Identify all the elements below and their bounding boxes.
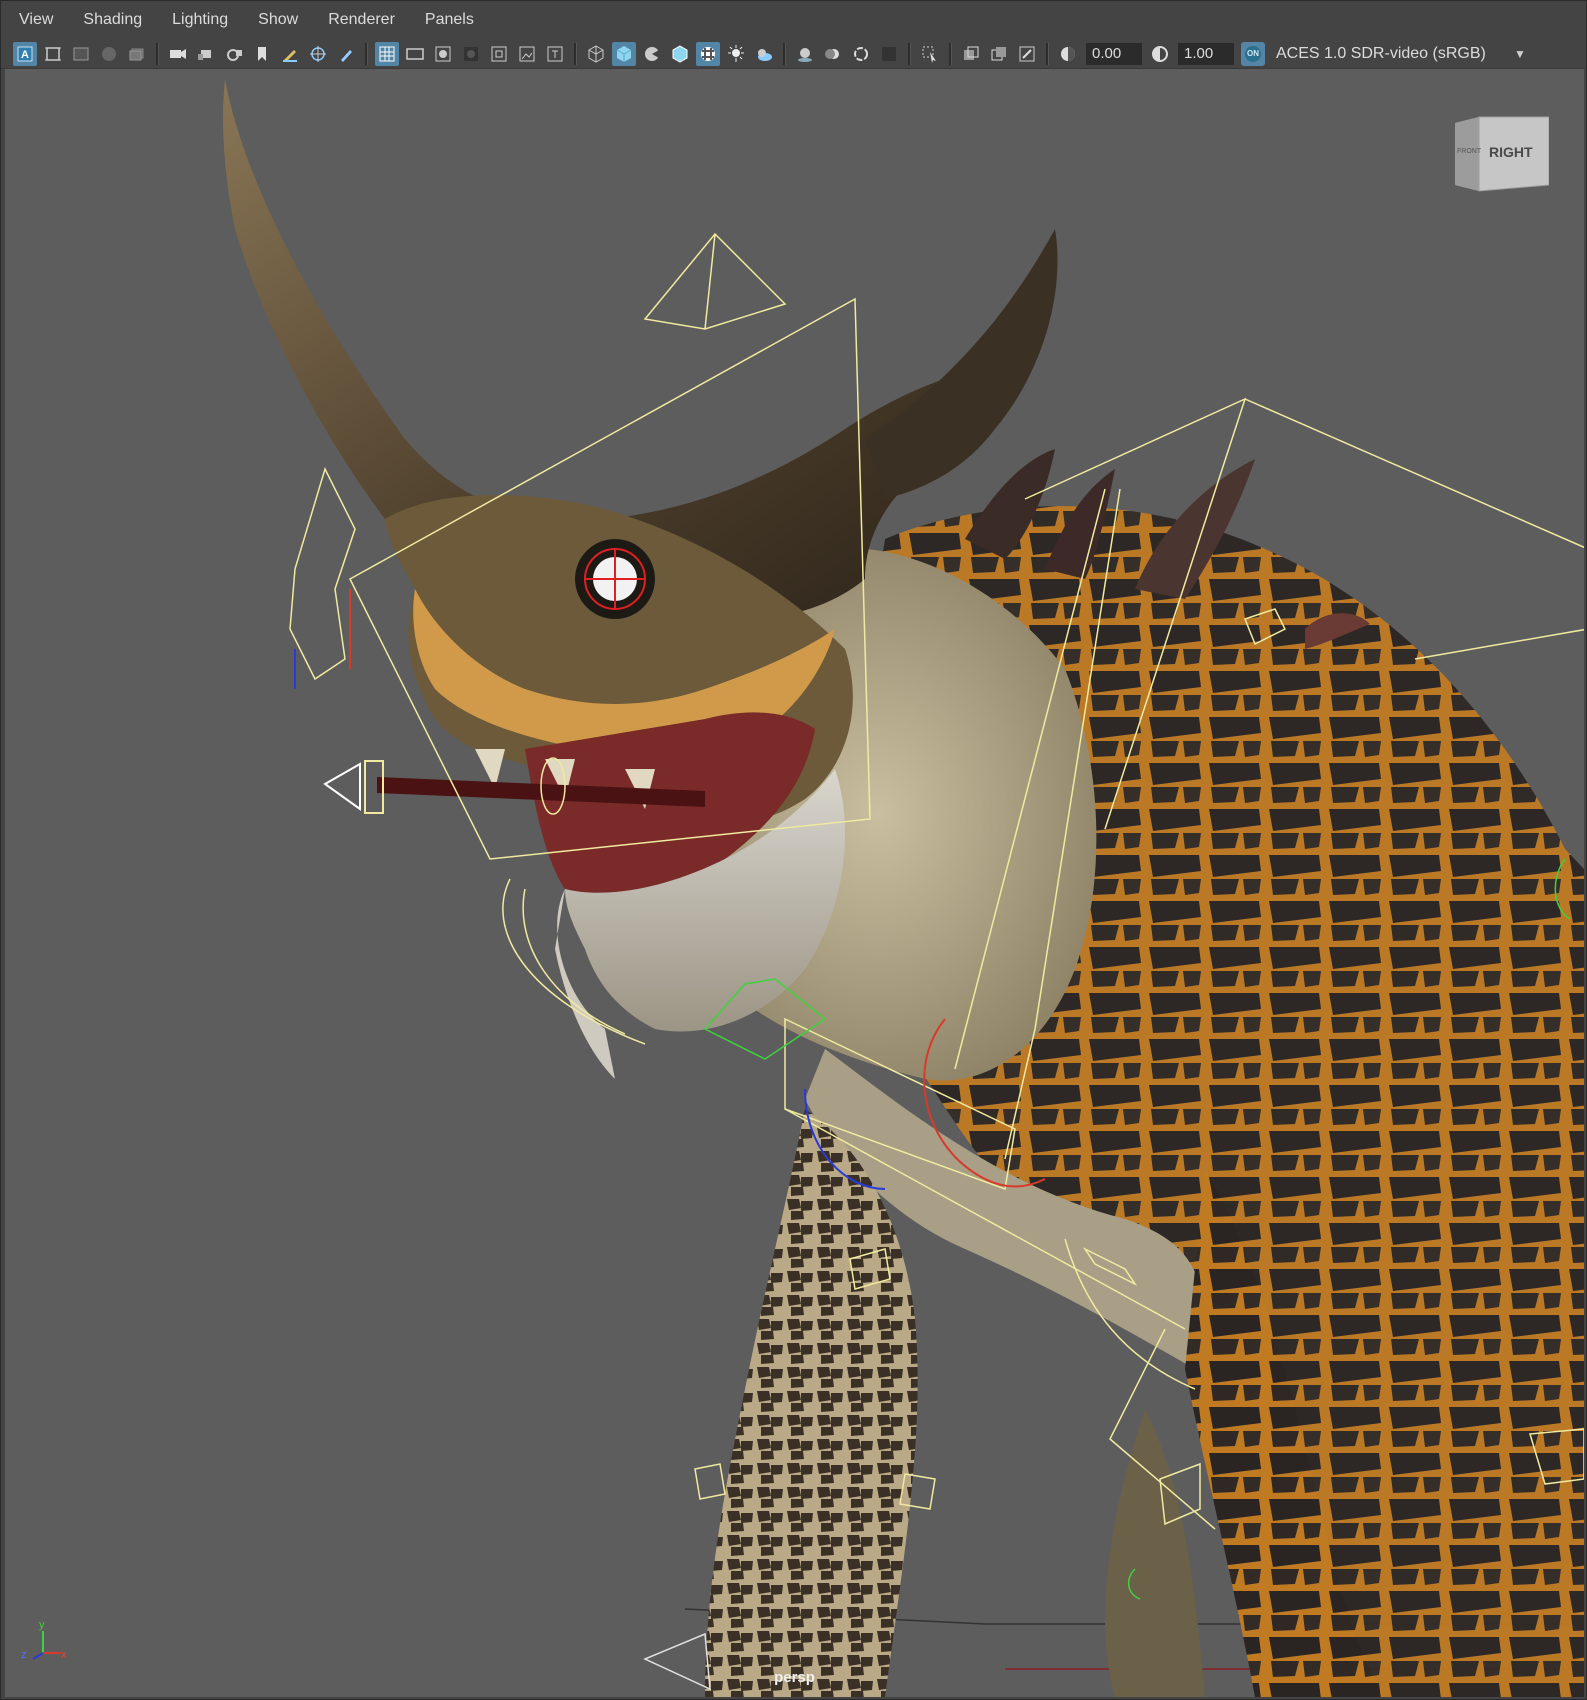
textured-icon[interactable] (696, 41, 720, 66)
panel-toolbar: A 0.00 1.00 ON ACES 1.0 SDR-video (sRGB)… (1, 39, 1586, 69)
menu-panels[interactable]: Panels (407, 1, 486, 39)
bookmarks-icon[interactable] (69, 42, 93, 66)
gamma-icon[interactable] (1148, 42, 1172, 66)
gamma-field[interactable]: 1.00 (1178, 42, 1234, 65)
xray-icon[interactable] (959, 42, 983, 66)
toolbar-separator (365, 42, 368, 65)
default-material-icon[interactable] (640, 42, 664, 66)
grease-pencil-icon[interactable] (278, 42, 302, 66)
viewcube[interactable]: FRONT RIGHT (1453, 115, 1550, 193)
creature-back-leg (1105, 1409, 1205, 1697)
xray-joints-icon[interactable] (1015, 42, 1039, 66)
depth-of-field-icon[interactable] (877, 42, 901, 66)
xray-active-components-icon[interactable] (987, 42, 1011, 66)
toolbar-separator (156, 42, 159, 65)
isolate-select-icon[interactable] (918, 42, 942, 66)
maya-viewport-panel: View Shading Lighting Show Renderer Pane… (0, 0, 1587, 1700)
paint-brush-icon[interactable] (334, 42, 358, 66)
jaw-control-arrow[interactable] (323, 762, 361, 811)
toolbar-separator (783, 42, 786, 65)
2d-pan-zoom-icon[interactable] (125, 42, 149, 66)
axis-z-label: z (21, 1649, 27, 1661)
camera-lock-icon[interactable] (194, 42, 218, 66)
grid-toggle-icon[interactable] (375, 41, 399, 66)
menu-lighting[interactable]: Lighting (154, 1, 240, 39)
axis-gizmo: y z x (17, 1619, 67, 1669)
chevron-down-icon[interactable]: ▼ (1508, 42, 1532, 66)
camera-icon[interactable] (166, 42, 190, 66)
toolbar-separator (949, 42, 952, 65)
gate-mask-icon[interactable] (459, 42, 483, 66)
shadows-icon[interactable] (752, 42, 776, 66)
move-tool-icon[interactable] (306, 42, 330, 66)
use-all-lights-icon[interactable] (724, 42, 748, 66)
creature-back-horn (865, 229, 1058, 499)
safe-action-icon[interactable] (515, 42, 539, 66)
multisample-aa-icon[interactable] (849, 42, 873, 66)
exposure-field[interactable]: 0.00 (1086, 42, 1142, 65)
smooth-shade-icon[interactable] (612, 41, 636, 66)
color-management-on-label: ON (1245, 45, 1261, 62)
panel-menubar: View Shading Lighting Show Renderer Pane… (1, 1, 1586, 39)
head-aim-locator[interactable] (643, 232, 787, 330)
wireframe-icon[interactable] (584, 42, 608, 66)
axis-y-label: y (39, 1619, 45, 1631)
menu-show[interactable]: Show (240, 1, 310, 39)
motion-blur-icon[interactable] (821, 42, 845, 66)
camera-attributes-icon[interactable] (41, 42, 65, 66)
camera-name-label: persp (774, 1669, 815, 1686)
select-camera-icon[interactable]: A (13, 41, 37, 66)
menu-shading[interactable]: Shading (65, 1, 154, 39)
exposure-icon[interactable] (1056, 42, 1080, 66)
resolution-gate-icon[interactable] (431, 42, 455, 66)
color-management-toggle[interactable]: ON (1241, 41, 1265, 66)
axis-x-label: x (61, 1649, 67, 1661)
toolbar-separator (908, 42, 911, 65)
menu-view[interactable]: View (1, 1, 65, 39)
camera-settings-icon[interactable] (222, 42, 246, 66)
wireframe-on-shaded-icon[interactable] (668, 42, 692, 66)
view-transform-dropdown[interactable]: ACES 1.0 SDR-video (sRGB) ▼ (1270, 41, 1532, 66)
toolbar-separator (574, 42, 577, 65)
viewcube-front-label[interactable]: FRONT (1457, 148, 1481, 155)
film-gate-icon[interactable] (403, 42, 427, 66)
viewcube-right-label[interactable]: RIGHT (1489, 144, 1533, 160)
field-chart-icon[interactable] (487, 42, 511, 66)
screen-space-ao-icon[interactable] (793, 42, 817, 66)
foot-control[interactable] (694, 1463, 726, 1500)
bookmark-icon[interactable] (250, 42, 274, 66)
scene-render (223, 79, 1584, 1697)
toolbar-separator (1046, 42, 1049, 65)
3d-viewport[interactable]: FRONT RIGHT y z x persp (5, 69, 1584, 1697)
view-transform-label: ACES 1.0 SDR-video (sRGB) (1276, 44, 1486, 62)
face-side-control[interactable] (289, 466, 356, 681)
menu-renderer[interactable]: Renderer (310, 1, 407, 39)
image-plane-icon[interactable] (97, 42, 121, 66)
svg-text:A: A (21, 49, 29, 61)
safe-title-icon[interactable] (543, 42, 567, 66)
